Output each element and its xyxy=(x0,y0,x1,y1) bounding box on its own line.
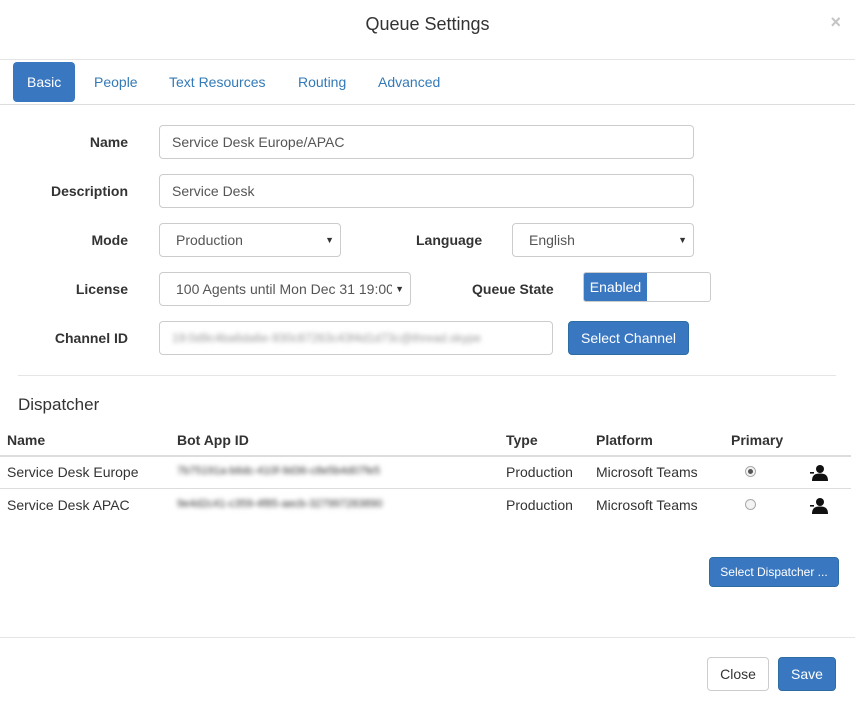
queue-state-label: Queue State xyxy=(472,281,554,297)
caret-down-icon: ▼ xyxy=(392,273,404,305)
column-header-name: Name xyxy=(7,432,46,448)
tab-basic[interactable]: Basic xyxy=(13,62,76,102)
mode-select[interactable]: Production ▼ xyxy=(159,223,341,257)
column-header-primary: Primary xyxy=(731,432,784,448)
mode-select-value: Production xyxy=(176,232,243,248)
tab-people[interactable]: People xyxy=(94,62,138,102)
tab-advanced[interactable]: Advanced xyxy=(378,62,440,102)
name-label: Name xyxy=(89,134,128,150)
mode-label: Mode xyxy=(91,232,128,248)
row-divider xyxy=(0,488,851,489)
bot-app-id: 9e4d2c41-c359-4f85-aecb-327997283890 xyxy=(177,498,383,510)
dispatcher-title: Dispatcher xyxy=(18,395,100,414)
dispatcher-platform: Microsoft Teams xyxy=(596,464,698,480)
dispatcher-type: Production xyxy=(506,497,573,513)
tab-bar: Basic People Text Resources Routing Adva… xyxy=(0,61,855,105)
section-divider xyxy=(18,375,836,376)
name-field[interactable]: Service Desk Europe/APAC xyxy=(159,125,694,159)
dispatcher-type: Production xyxy=(506,464,573,480)
tab-routing[interactable]: Routing xyxy=(298,62,346,102)
column-header-platform: Platform xyxy=(596,432,653,448)
primary-radio[interactable] xyxy=(745,499,756,510)
description-field[interactable]: Service Desk xyxy=(159,174,694,208)
channel-id-field[interactable]: 19:0d9c4ba6da6e-930c87263c43f4d1d73c@thr… xyxy=(159,321,553,355)
license-label: License xyxy=(75,281,128,297)
column-header-type: Type xyxy=(506,432,538,448)
description-label: Description xyxy=(50,183,128,199)
channel-id-value: 19:0d9c4ba6da6e-930c87263c43f4d1d73c@thr… xyxy=(172,331,482,345)
primary-radio[interactable] xyxy=(745,466,756,477)
dispatcher-name: Service Desk APAC xyxy=(7,497,130,513)
language-select-value: English xyxy=(529,232,575,248)
caret-down-icon: ▼ xyxy=(678,235,687,245)
footer-divider xyxy=(0,637,855,638)
dispatcher-name: Service Desk Europe xyxy=(7,464,139,480)
language-select[interactable]: English ▼ xyxy=(512,223,694,257)
user-icon[interactable] xyxy=(810,497,828,515)
caret-down-icon: ▼ xyxy=(325,235,334,245)
queue-state-toggle-on: Enabled xyxy=(584,273,647,301)
save-button[interactable]: Save xyxy=(778,657,836,691)
close-icon[interactable]: × xyxy=(830,12,841,33)
bot-app-id: 7b75191a-b6dc-410f-9d36-c8e5b4d07fe5 xyxy=(177,465,381,477)
license-select[interactable]: 100 Agents until Mon Dec 31 19:00 ▼ xyxy=(159,272,411,306)
modal-header: Queue Settings × xyxy=(0,0,855,60)
column-header-bot-app-id: Bot App ID xyxy=(177,432,249,448)
language-label: Language xyxy=(416,232,483,248)
dispatcher-platform: Microsoft Teams xyxy=(596,497,698,513)
license-select-value: 100 Agents until Mon Dec 31 19:00 xyxy=(176,281,394,297)
table-header-divider xyxy=(0,455,851,457)
dialog-title: Queue Settings xyxy=(365,14,490,34)
select-dispatcher-button[interactable]: Select Dispatcher ... xyxy=(709,557,839,587)
select-channel-button[interactable]: Select Channel xyxy=(568,321,689,355)
channel-id-label: Channel ID xyxy=(54,330,128,346)
queue-state-toggle[interactable]: Enabled xyxy=(583,272,711,302)
tab-text-resources[interactable]: Text Resources xyxy=(169,62,265,102)
user-icon[interactable] xyxy=(810,464,828,482)
close-button[interactable]: Close xyxy=(707,657,769,691)
